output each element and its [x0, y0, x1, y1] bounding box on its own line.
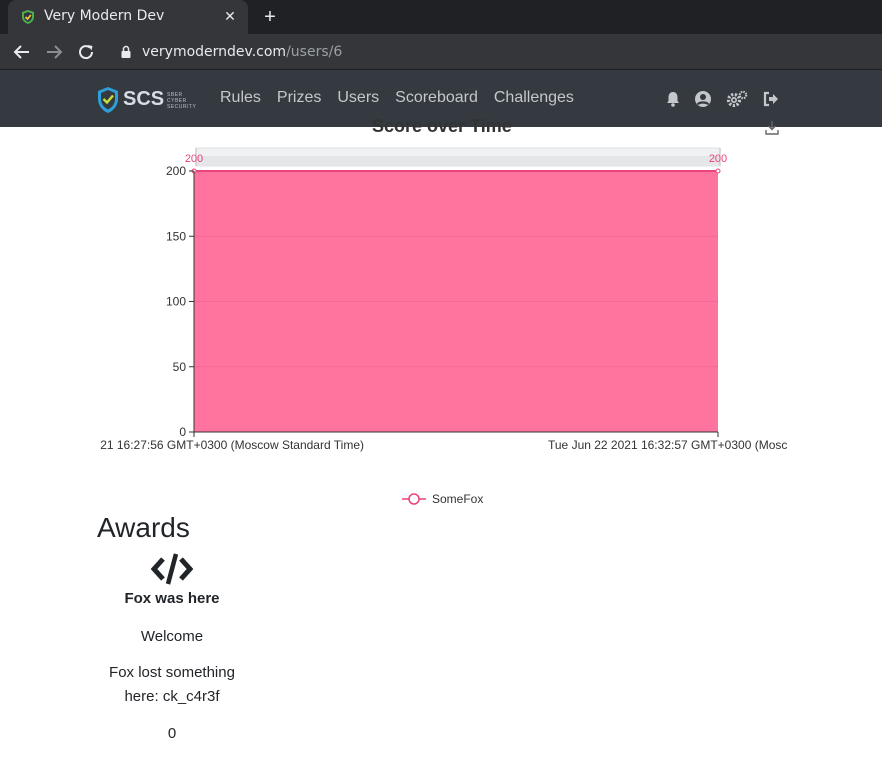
- nav-link-scoreboard[interactable]: Scoreboard: [387, 89, 486, 107]
- bell-icon[interactable]: [664, 90, 682, 108]
- shield-favicon-icon: [22, 10, 34, 24]
- y-tick-label: 150: [166, 229, 186, 243]
- award-description: Fox lost something here: ck_c4r3f: [109, 664, 235, 705]
- x-tick-label: 21 16:27:56 GMT+0300 (Moscow Standard Ti…: [100, 438, 364, 452]
- new-tab-icon[interactable]: +: [259, 6, 281, 28]
- code-icon: [151, 553, 193, 585]
- y-tick-label: 0: [179, 425, 186, 439]
- url-text: verymoderndev.com/users/6: [142, 44, 342, 60]
- back-arrow-icon[interactable]: [11, 41, 33, 63]
- award-category: Welcome: [140, 628, 204, 645]
- browser-tabbar: Very Modern Dev ✕ +: [0, 0, 882, 34]
- award-card: Fox was here Welcome Fox lost something …: [97, 552, 247, 742]
- data-point: [715, 168, 721, 174]
- shield-logo-icon: [98, 87, 118, 113]
- awards-heading: Awards: [97, 512, 190, 543]
- legend-marker: [408, 493, 420, 505]
- brand-text: SCS: [123, 88, 165, 110]
- nav-links: Rules Prizes Users Scoreboard Challenges: [212, 89, 582, 107]
- browser-tab[interactable]: Very Modern Dev ✕: [8, 0, 248, 34]
- gears-icon[interactable]: [726, 90, 748, 108]
- logout-icon[interactable]: [762, 90, 780, 108]
- x-tick-labels: 21 16:27:56 GMT+0300 (Moscow Standard Ti…: [100, 438, 787, 452]
- data-label: 200: [709, 153, 727, 165]
- brand-subtitle: SBER CYBER SECURITY: [167, 92, 197, 110]
- forward-arrow-icon[interactable]: [43, 41, 65, 63]
- y-tick-label: 100: [166, 295, 186, 309]
- y-tick-label: 200: [166, 164, 186, 178]
- lock-icon: [121, 45, 131, 58]
- nav-link-rules[interactable]: Rules: [212, 89, 269, 107]
- address-bar[interactable]: verymoderndev.com/users/6: [108, 38, 878, 66]
- url-host: verymoderndev.com: [142, 44, 287, 60]
- tab-title: Very Modern Dev: [44, 8, 165, 24]
- data-label: 200: [185, 153, 203, 165]
- url-path: /users/6: [286, 44, 343, 60]
- x-tick-label: Tue Jun 22 2021 16:32:57 GMT+0300 (Mosc: [548, 438, 787, 452]
- range-slider-preview: [196, 156, 720, 166]
- nav-link-prizes[interactable]: Prizes: [269, 89, 329, 107]
- close-tab-icon[interactable]: ✕: [220, 6, 240, 26]
- chart-legend[interactable]: SomeFox: [402, 492, 483, 506]
- nav-link-challenges[interactable]: Challenges: [486, 89, 582, 107]
- award-value: 0: [167, 725, 177, 742]
- user-circle-icon[interactable]: [694, 90, 712, 108]
- score-chart: 0 50 100 150 200 21 16:27:56 GMT+0300 (Moscow…: [100, 147, 787, 506]
- chart-series: [191, 168, 721, 432]
- legend-label: SomeFox: [432, 492, 483, 506]
- reload-icon[interactable]: [75, 41, 97, 63]
- award-name: Fox was here: [124, 590, 220, 607]
- y-tick-label: 50: [173, 360, 187, 374]
- brand-logo[interactable]: SCS SBER CYBER SECURITY: [97, 86, 207, 114]
- nav-link-users[interactable]: Users: [329, 89, 387, 107]
- chart-range-slider[interactable]: [195, 147, 721, 167]
- browser-toolbar: verymoderndev.com/users/6: [0, 34, 882, 70]
